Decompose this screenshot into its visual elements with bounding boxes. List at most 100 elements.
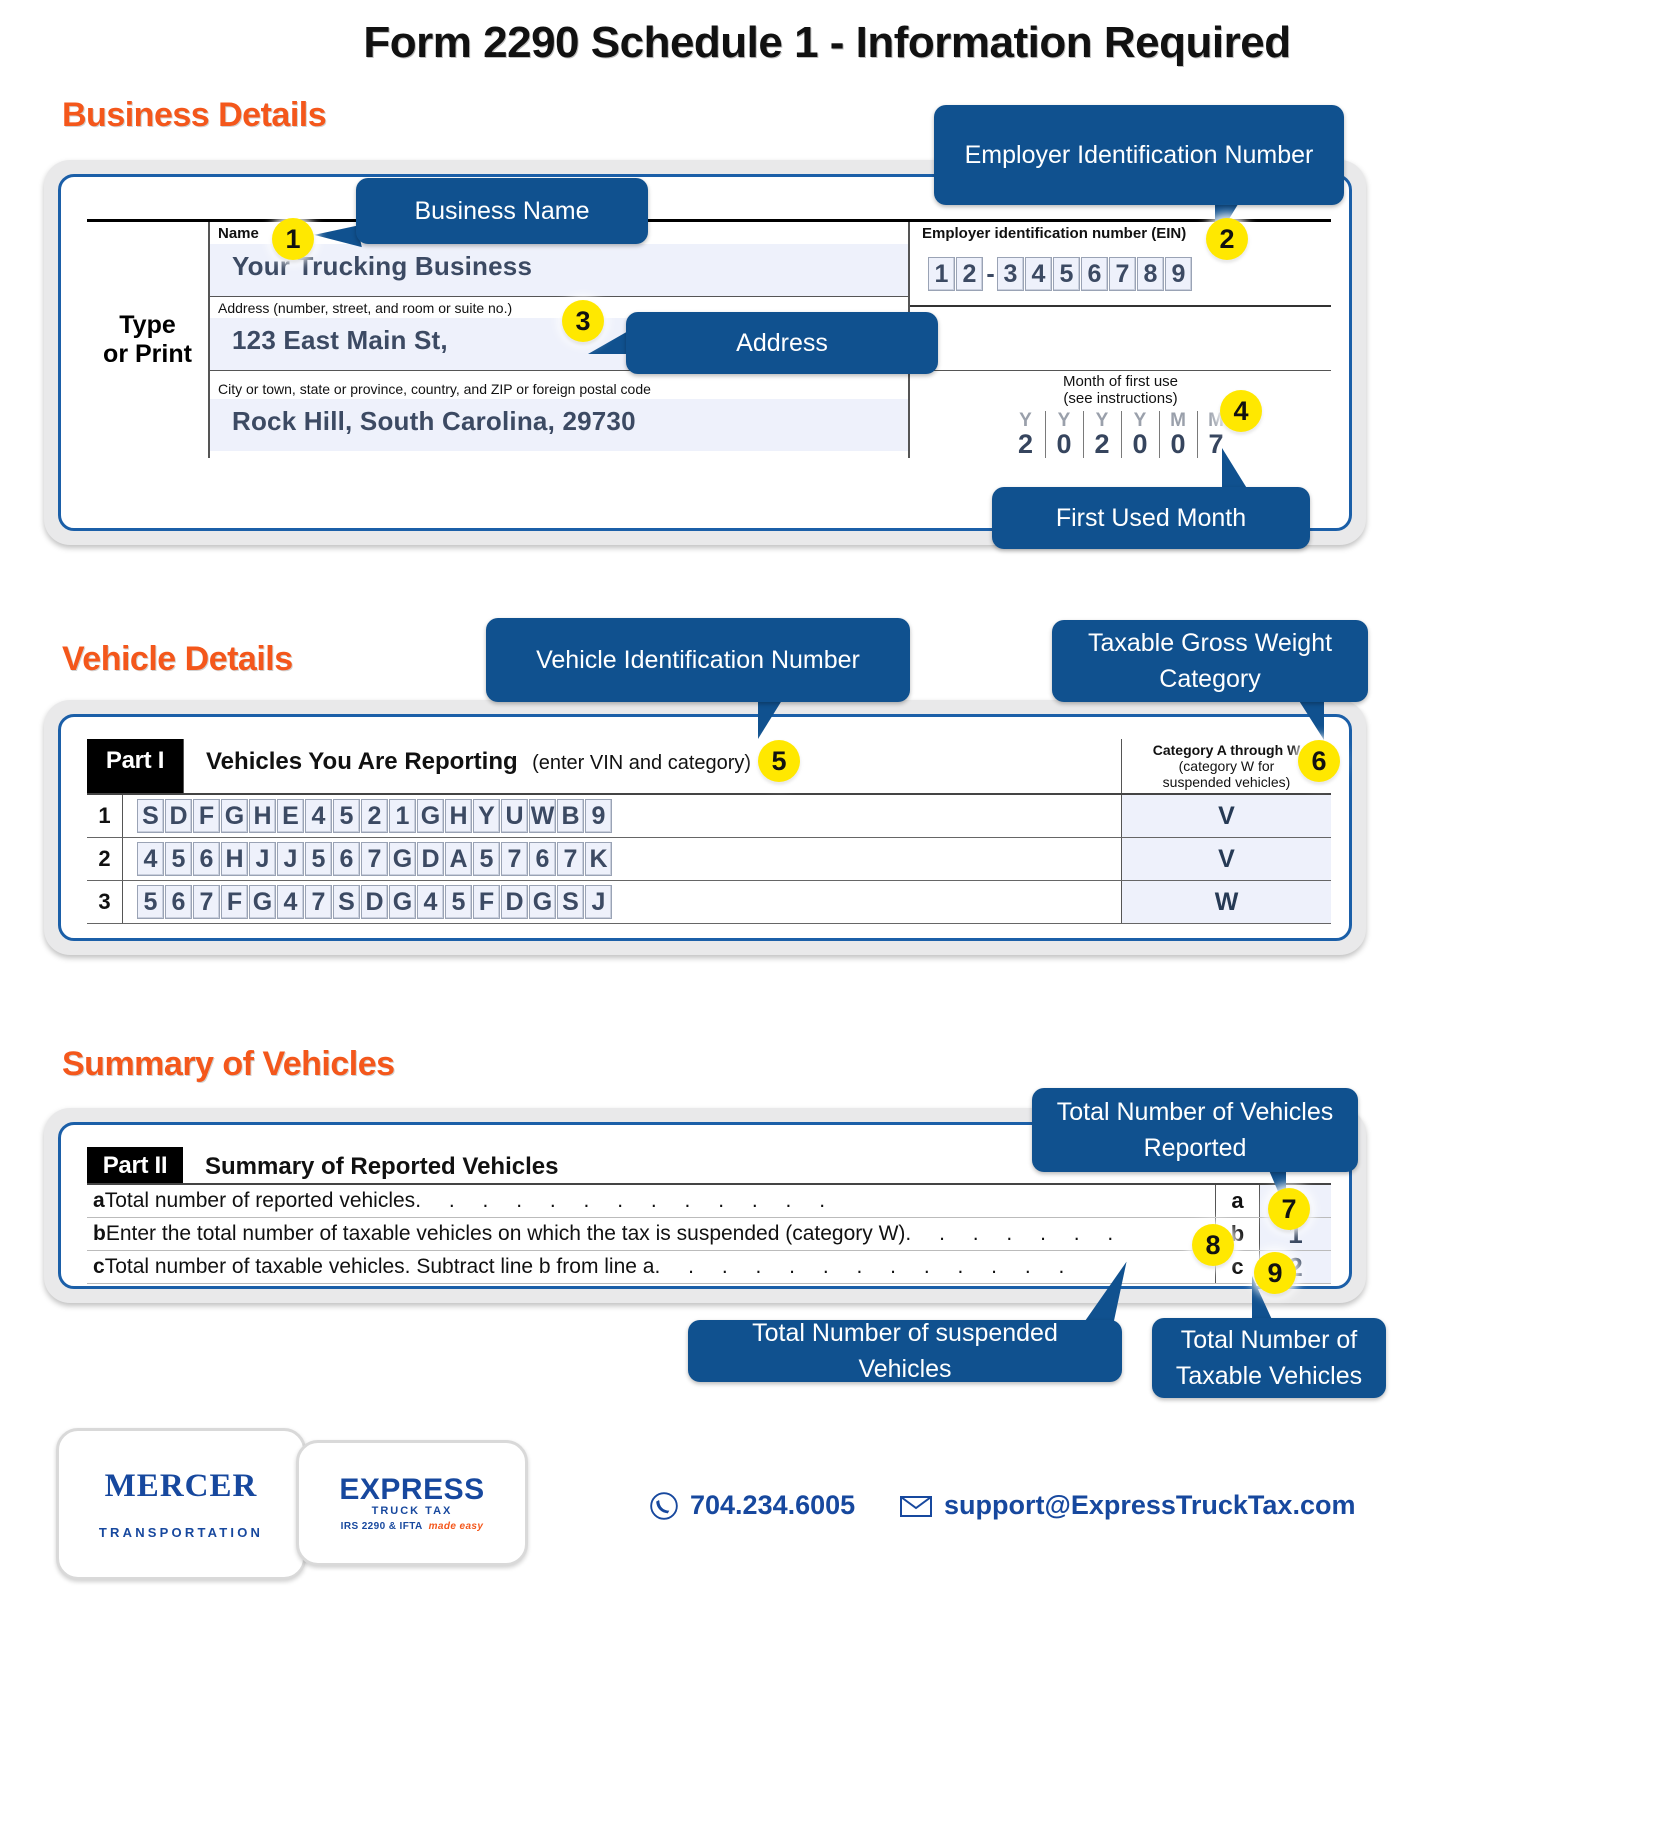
ein-digit-7[interactable]: 7 [1109,257,1136,291]
contact-phone-text: 704.234.6005 [690,1490,856,1520]
callout-weight-category: Taxable Gross Weight Category [1052,620,1368,702]
contact-phone[interactable]: 704.234.6005 [650,1490,855,1521]
vin-char-2[interactable]: 6 [193,842,220,877]
name-value[interactable]: Your Trucking Business [210,244,908,296]
vin-char-2[interactable]: F [193,799,220,834]
ein-digit-5[interactable]: 5 [1053,257,1080,291]
badge-5: 5 [758,740,800,782]
callout-taxable-text: Total Number of Taxable Vehicles [1175,1325,1363,1390]
mfu-digit-grid[interactable]: Y2Y0Y2Y0M0M7 [916,411,1325,458]
callout-address-text: Address [736,328,828,357]
summary-row-dots: . . . . . . . . . . . . . [415,1189,837,1212]
vin-char-10[interactable]: D [417,842,444,877]
vin-value[interactable]: 567FG47SDG45FDGSJ [123,881,1121,923]
mfu-col-2[interactable]: Y2 [1082,411,1121,458]
vin-char-9[interactable]: G [389,885,416,920]
vin-char-3[interactable]: G [221,799,248,834]
vin-char-14[interactable]: W [529,799,556,834]
vin-char-16[interactable]: J [585,885,612,920]
vin-category-value[interactable]: V [1121,838,1331,881]
mercer-logo-name: MERCER [104,1468,258,1504]
vin-char-12[interactable]: Y [473,799,500,834]
vin-char-9[interactable]: G [389,842,416,877]
part2-title: Summary of Reported Vehicles [205,1153,559,1180]
vin-char-4[interactable]: J [249,842,276,877]
vin-char-15[interactable]: B [557,799,584,834]
vin-char-11[interactable]: H [445,799,472,834]
vin-char-0[interactable]: S [137,799,164,834]
vin-value[interactable]: 456HJJ567GDA5767K [123,838,1121,880]
mfu-col-4[interactable]: M0 [1158,411,1197,458]
vin-char-8[interactable]: 2 [361,799,388,834]
vin-char-8[interactable]: D [361,885,388,920]
vin-char-3[interactable]: H [221,842,248,877]
vin-char-10[interactable]: 4 [417,885,444,920]
vin-char-6[interactable]: 7 [305,885,332,920]
ein-digit-0[interactable]: 1 [928,257,955,291]
vin-row-number: 3 [87,881,123,924]
vin-char-2[interactable]: 7 [193,885,220,920]
city-value[interactable]: Rock Hill, South Carolina, 29730 [210,399,908,452]
vehicle-form-panel: Part I Vehicles You Are Reporting (enter… [58,714,1352,941]
ein-digit-9[interactable]: 9 [1165,257,1192,291]
vin-value[interactable]: SDFGHE4521GHYUWB9 [123,795,1121,837]
mfu-col-0[interactable]: Y2 [1007,411,1045,458]
ein-digit-boxes[interactable]: 12-3456789 [910,245,1331,291]
vin-char-11[interactable]: 5 [445,885,472,920]
ein-digit-8[interactable]: 8 [1137,257,1164,291]
vin-category-value[interactable]: W [1121,881,1331,924]
vin-char-12[interactable]: 5 [473,842,500,877]
express-logo-line2: TRUCK TAX [371,1504,453,1517]
ein-digit-6[interactable]: 6 [1081,257,1108,291]
ein-digit-3[interactable]: 3 [997,257,1024,291]
vin-char-13[interactable]: 7 [501,842,528,877]
vin-char-1[interactable]: 6 [165,885,192,920]
vin-char-6[interactable]: 4 [305,799,332,834]
vin-char-15[interactable]: 7 [557,842,584,877]
vin-char-7[interactable]: 6 [333,842,360,877]
contact-email[interactable]: support@ExpressTruckTax.com [900,1490,1355,1521]
vin-char-9[interactable]: 1 [389,799,416,834]
part1-banner: Part I Vehicles You Are Reporting (enter… [87,739,1331,796]
vin-row-number: 1 [87,795,123,838]
vin-char-5[interactable]: 4 [277,885,304,920]
vin-char-14[interactable]: G [529,885,556,920]
vin-char-5[interactable]: J [277,842,304,877]
vin-char-13[interactable]: U [501,799,528,834]
callout-business-name: Business Name [356,178,648,244]
vin-char-1[interactable]: D [165,799,192,834]
mfu-label-line2: (see instructions) [1063,389,1178,407]
express-logo-line1: EXPRESS [339,1472,485,1506]
vin-char-11[interactable]: A [445,842,472,877]
vin-char-15[interactable]: S [557,885,584,920]
vin-char-3[interactable]: F [221,885,248,920]
vin-char-7[interactable]: S [333,885,360,920]
vin-char-0[interactable]: 4 [137,842,164,877]
vin-char-7[interactable]: 5 [333,799,360,834]
vin-char-16[interactable]: 9 [585,799,612,834]
vin-char-4[interactable]: H [249,799,276,834]
vin-char-12[interactable]: F [473,885,500,920]
vin-char-16[interactable]: K [585,842,612,877]
vin-char-14[interactable]: 6 [529,842,556,877]
vin-char-6[interactable]: 5 [305,842,332,877]
ein-digit-4[interactable]: 4 [1025,257,1052,291]
vin-char-10[interactable]: G [417,799,444,834]
callout-vin-text: Vehicle Identification Number [536,645,860,674]
vin-category-value[interactable]: V [1121,795,1331,838]
summary-row-text: Total number of reported vehicles [104,1189,416,1212]
badge-4: 4 [1220,390,1262,432]
vin-char-0[interactable]: 5 [137,885,164,920]
vin-char-1[interactable]: 5 [165,842,192,877]
mfu-col-1[interactable]: Y0 [1044,411,1083,458]
vin-char-5[interactable]: E [277,799,304,834]
callout-weight-category-text: Taxable Gross Weight Category [1087,628,1333,693]
mfu-digit-3: 0 [1132,429,1148,459]
ein-underline [910,305,1331,307]
callout-total-reported-text: Total Number of Vehicles Reported [1056,1097,1334,1162]
mfu-col-3[interactable]: Y0 [1120,411,1159,459]
vin-char-8[interactable]: 7 [361,842,388,877]
vin-char-13[interactable]: D [501,885,528,920]
vin-char-4[interactable]: G [249,885,276,920]
ein-digit-1[interactable]: 2 [956,257,983,291]
